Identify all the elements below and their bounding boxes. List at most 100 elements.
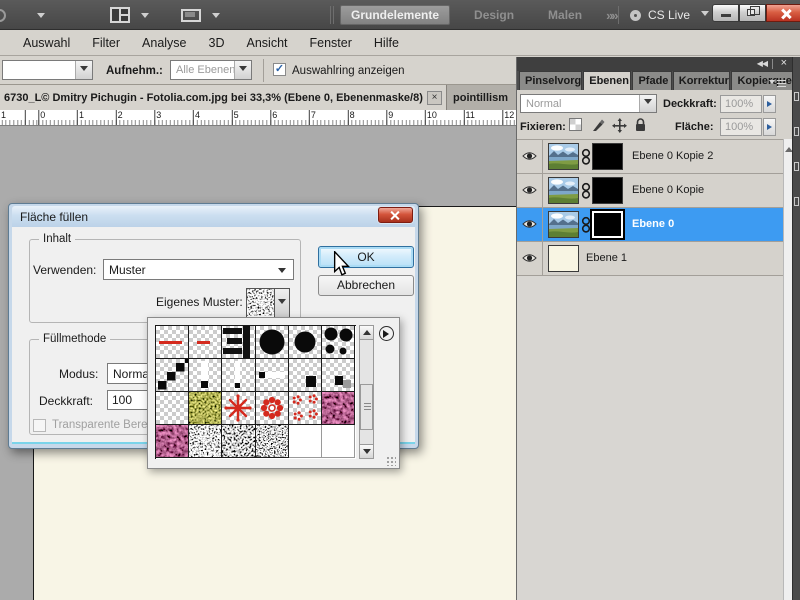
panel-menu-icon[interactable] bbox=[769, 74, 786, 92]
collapse-panels-icon[interactable]: ◀◀ bbox=[757, 59, 767, 68]
partial-tool-icon[interactable] bbox=[0, 9, 6, 22]
pattern-swatch-diag-squares[interactable] bbox=[156, 359, 189, 392]
restore-button[interactable] bbox=[739, 4, 766, 22]
layer-thumbnail[interactable] bbox=[548, 177, 579, 204]
minimize-button[interactable] bbox=[712, 4, 739, 22]
panel-tab-korrektur[interactable]: Korrektur bbox=[673, 71, 731, 90]
layer-mask-thumbnail[interactable] bbox=[592, 177, 623, 204]
dock-icon[interactable] bbox=[794, 127, 799, 136]
menu-analyse[interactable]: Analyse bbox=[131, 32, 197, 54]
sample-dropdown[interactable]: Alle Ebenen bbox=[170, 60, 252, 80]
pattern-swatch-square-bottom[interactable] bbox=[189, 359, 222, 392]
dialog-title-bar[interactable]: Fläche füllen bbox=[12, 206, 415, 227]
pattern-swatch-red-florets[interactable] bbox=[289, 392, 322, 425]
pattern-swatch-square-bottom-tiny[interactable] bbox=[222, 359, 255, 392]
pattern-swatch-maroon-texture[interactable] bbox=[156, 425, 189, 458]
layer-visibility-toggle[interactable] bbox=[517, 140, 543, 174]
pattern-swatch-transparent-checker[interactable] bbox=[156, 392, 189, 425]
layer-mask-thumbnail[interactable] bbox=[592, 211, 623, 238]
preserve-transparency-checkbox[interactable] bbox=[33, 419, 46, 432]
blend-mode-dropdown[interactable]: Normal bbox=[520, 94, 657, 113]
dock-icon[interactable] bbox=[794, 197, 799, 206]
workspace-button-malen[interactable]: Malen bbox=[538, 6, 592, 24]
pattern-swatch-red-dash-short[interactable] bbox=[189, 326, 222, 359]
layer-thumbnail[interactable] bbox=[548, 211, 579, 238]
pattern-swatch-square-right[interactable] bbox=[289, 359, 322, 392]
pattern-swatch-squares-row[interactable] bbox=[256, 359, 289, 392]
pattern-swatch-noise-bw3[interactable] bbox=[256, 425, 289, 458]
workspace-button-design[interactable]: Design bbox=[464, 6, 524, 24]
pattern-swatch-red-dash-long[interactable] bbox=[156, 326, 189, 359]
layer-mask-thumbnail[interactable] bbox=[592, 143, 623, 170]
pattern-scrollbar[interactable] bbox=[359, 325, 374, 459]
lock-pixels-icon[interactable] bbox=[591, 118, 607, 134]
picker-menu-button[interactable] bbox=[379, 326, 394, 341]
fill-slider-button[interactable] bbox=[763, 118, 776, 136]
workspace-overflow-chevrons[interactable]: »» bbox=[606, 8, 616, 23]
pattern-swatch-olive-kaleidoscope[interactable] bbox=[189, 392, 222, 425]
menu-filter[interactable]: Filter bbox=[81, 32, 131, 54]
menu-3d[interactable]: 3D bbox=[198, 32, 236, 54]
panel-tab-pfade[interactable]: Pfade bbox=[632, 71, 671, 90]
panel-tab-ebenen[interactable]: Ebenen bbox=[583, 71, 631, 90]
layer-visibility-toggle[interactable] bbox=[517, 208, 543, 242]
arrange-documents-icon[interactable] bbox=[110, 7, 130, 23]
pattern-swatch-noise-bw2[interactable] bbox=[222, 425, 255, 458]
cs-live-label: CS Live bbox=[648, 8, 690, 22]
pattern-swatch-circle-medium[interactable] bbox=[289, 326, 322, 359]
panel-opacity-value[interactable]: 100% bbox=[720, 95, 762, 113]
arrange-documents-caret[interactable] bbox=[141, 13, 149, 22]
layer-row-ebene-0-kopie[interactable]: Ebene 0 Kopie bbox=[517, 174, 783, 208]
picker-resize-grip[interactable] bbox=[386, 456, 396, 466]
layer-thumbnail[interactable] bbox=[548, 245, 579, 272]
pattern-swatch-red-starburst[interactable] bbox=[222, 392, 255, 425]
layer-visibility-toggle[interactable] bbox=[517, 242, 543, 276]
use-dropdown[interactable]: Muster bbox=[103, 259, 294, 280]
dock-icon[interactable] bbox=[794, 162, 799, 171]
dialog-close-button[interactable] bbox=[378, 207, 413, 223]
pattern-dropdown-button[interactable] bbox=[275, 289, 289, 317]
tool-dropdown-caret[interactable] bbox=[37, 13, 45, 22]
screen-mode-icon[interactable] bbox=[181, 9, 201, 22]
layer-row-ebene-0[interactable]: Ebene 0 bbox=[517, 208, 783, 242]
layer-thumbnail[interactable] bbox=[548, 143, 579, 170]
layer-row-ebene-1[interactable]: Ebene 1 bbox=[517, 242, 783, 276]
show-selection-ring-checkbox[interactable]: ✓ bbox=[273, 63, 286, 76]
lock-transparency-icon[interactable] bbox=[569, 118, 585, 134]
scroll-up-button[interactable] bbox=[360, 326, 373, 340]
custom-pattern-swatch[interactable] bbox=[246, 288, 290, 318]
pattern-swatch-circles-cluster[interactable] bbox=[322, 326, 355, 359]
pattern-swatch-red-flower-cluster[interactable] bbox=[256, 392, 289, 425]
lock-all-icon[interactable] bbox=[634, 118, 650, 134]
layer-row-ebene-0-kopie-2[interactable]: Ebene 0 Kopie 2 bbox=[517, 140, 783, 174]
pattern-swatch-noise-bw[interactable] bbox=[189, 425, 222, 458]
scrollbar-thumb[interactable] bbox=[360, 384, 373, 430]
layer-visibility-toggle[interactable] bbox=[517, 174, 543, 208]
close-button[interactable] bbox=[766, 4, 800, 22]
dock-icon[interactable] bbox=[794, 92, 799, 101]
document-tab-active[interactable]: 6730_L© Dmitry Pichugin - Fotolia.com.jp… bbox=[0, 85, 447, 110]
cs-live-button[interactable]: CS Live bbox=[630, 4, 709, 26]
panel-tab-pinselvorg[interactable]: Pinselvorg bbox=[519, 71, 582, 90]
pattern-swatch-maroon-texture[interactable] bbox=[322, 392, 355, 425]
menu-hilfe[interactable]: Hilfe bbox=[363, 32, 410, 54]
workspace-button-grundelemente[interactable]: Grundelemente bbox=[340, 5, 450, 25]
pattern-swatch-circle-large[interactable] bbox=[256, 326, 289, 359]
panel-close-icon[interactable]: × bbox=[781, 57, 787, 69]
scroll-down-button[interactable] bbox=[360, 444, 373, 458]
document-close-icon[interactable]: × bbox=[427, 91, 442, 105]
pattern-swatch-empty bbox=[289, 425, 322, 458]
menu-fenster[interactable]: Fenster bbox=[299, 32, 363, 54]
opacity-slider-button[interactable] bbox=[763, 95, 776, 113]
pattern-swatch-black-bars[interactable] bbox=[222, 326, 255, 359]
collapsed-dock-strip[interactable] bbox=[792, 57, 800, 600]
screen-mode-caret[interactable] bbox=[212, 13, 220, 22]
document-tab-inactive[interactable]: pointillism bbox=[447, 85, 516, 110]
opacity-field[interactable]: 100 bbox=[107, 390, 150, 410]
fill-value[interactable]: 100% bbox=[720, 118, 762, 136]
tool-options-dropdown[interactable] bbox=[2, 60, 93, 80]
menu-auswahl[interactable]: Auswahl bbox=[12, 32, 81, 54]
pattern-swatch-square-gray-pair[interactable] bbox=[322, 359, 355, 392]
lock-position-icon[interactable] bbox=[612, 118, 628, 134]
menu-ansicht[interactable]: Ansicht bbox=[236, 32, 299, 54]
